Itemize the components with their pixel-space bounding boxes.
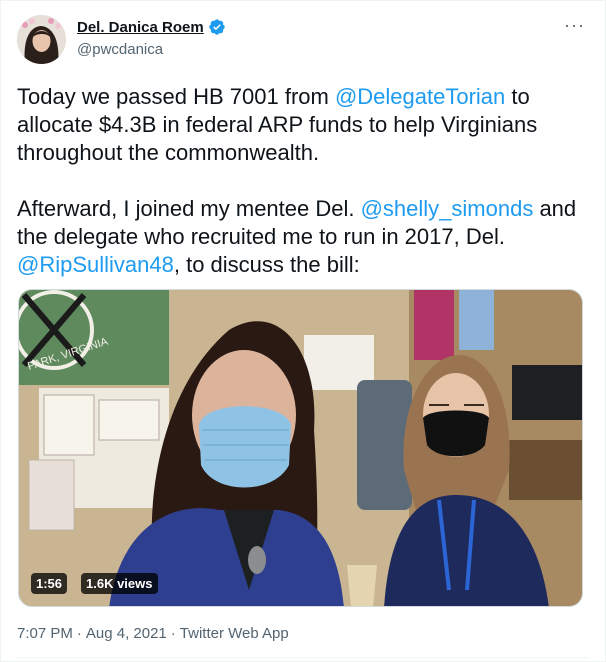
mention-link[interactable]: @DelegateTorian	[335, 84, 505, 109]
separator: ·	[76, 625, 82, 642]
author-name[interactable]: Del. Danica Roem	[77, 19, 204, 36]
avatar-photo	[17, 15, 66, 64]
video-player[interactable]: PARK, VIRGINIA 1:56 1.6K views	[18, 289, 583, 607]
mention-link[interactable]: @RipSullivan48	[17, 252, 174, 277]
tweet-card: Del. Danica Roem @pwcdanica ··· Today we…	[0, 0, 606, 662]
mention-link[interactable]: @shelly_simonds	[361, 196, 534, 221]
divider	[17, 657, 589, 658]
video-thumbnail: PARK, VIRGINIA	[19, 290, 582, 606]
separator: ·	[170, 625, 176, 642]
text-span: Today we passed HB 7001 from	[17, 84, 335, 109]
author-row: Del. Danica Roem	[77, 18, 226, 36]
text-span: Afterward, I joined my mentee Del.	[17, 196, 361, 221]
tweet-paragraph-1: Today we passed HB 7001 from @DelegateTo…	[17, 83, 592, 167]
video-duration-badge: 1:56	[31, 573, 68, 594]
tweet-date[interactable]: Aug 4, 2021	[86, 625, 167, 642]
tweet-paragraph-2: Afterward, I joined my mentee Del. @shel…	[17, 195, 592, 279]
tweet-metadata: 7:07 PM · Aug 4, 2021 · Twitter Web App	[17, 625, 289, 642]
more-options-icon[interactable]: ···	[564, 15, 585, 36]
text-span: , to discuss the bill:	[173, 252, 360, 277]
tweet-text: Today we passed HB 7001 from @DelegateTo…	[17, 83, 592, 279]
source-app-link[interactable]: Twitter Web App	[180, 625, 289, 642]
author-handle[interactable]: @pwcdanica	[77, 41, 163, 58]
verified-badge-icon	[209, 19, 225, 35]
tweet-time[interactable]: 7:07 PM	[17, 625, 73, 642]
video-views-badge: 1.6K views	[81, 573, 158, 594]
avatar[interactable]	[17, 15, 66, 64]
